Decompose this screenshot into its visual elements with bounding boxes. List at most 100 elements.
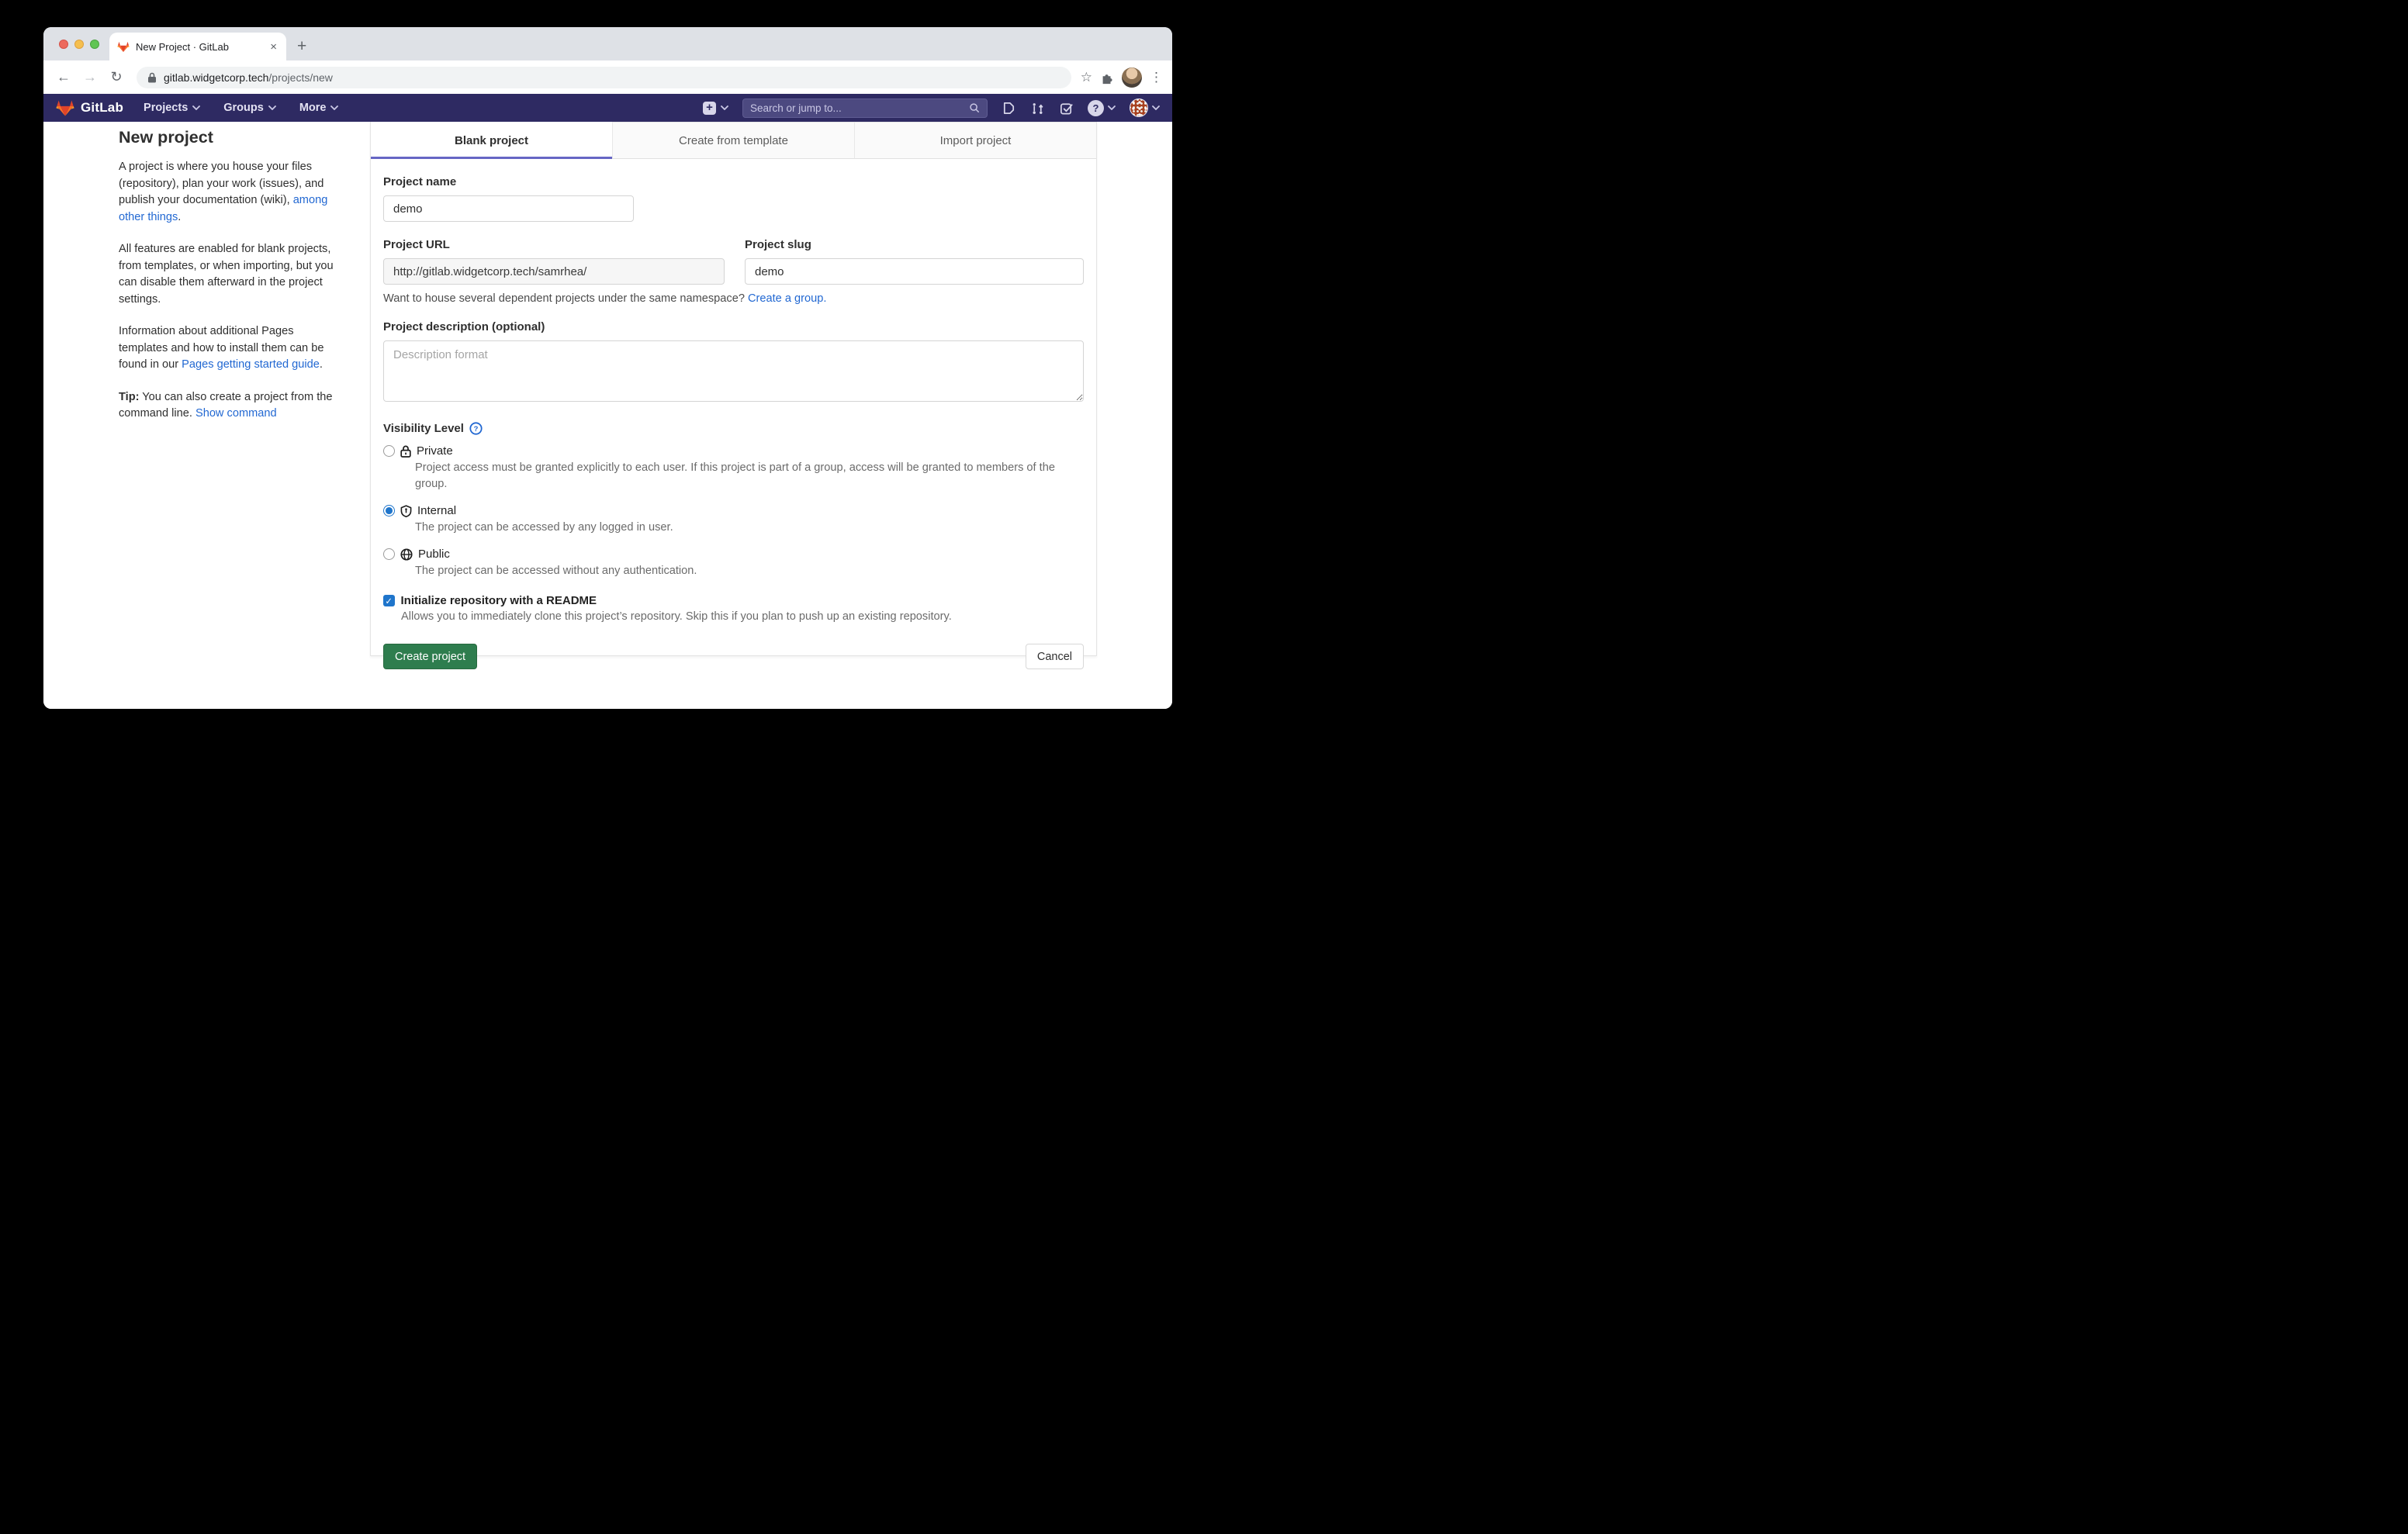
minimize-window-button[interactable] [74,40,84,49]
tab-create-from-template[interactable]: Create from template [612,122,854,159]
project-slug-label: Project slug [745,238,1084,251]
lock-icon [147,72,157,83]
back-button[interactable]: ← [53,67,74,88]
pages-guide-link[interactable]: Pages getting started guide [182,358,320,371]
public-radio[interactable] [383,548,395,560]
project-url-column: Project URL [383,238,725,285]
lock-icon [400,445,411,458]
readme-desc: Allows you to immediately clone this pro… [401,610,1084,623]
gitlab-logo [56,99,74,117]
browser-window: New Project · GitLab × + ← → ↻ gitlab.wi… [43,27,1172,709]
new-menu-button[interactable]: + [703,102,728,115]
reload-button[interactable]: ↻ [106,67,127,88]
private-option-desc: Project access must be granted explicitl… [415,460,1073,492]
toolbar-right: ☆ ⋮ [1081,67,1163,88]
project-slug-input[interactable] [745,258,1084,285]
forward-button[interactable]: → [79,67,101,88]
private-option-label[interactable]: Private [417,444,453,458]
project-type-tabs: Blank project Create from template Impor… [371,122,1096,159]
new-tab-button[interactable]: + [297,37,306,56]
project-description-textarea[interactable] [383,340,1084,402]
gitlab-navbar: GitLab Projects Groups More + [43,94,1172,122]
project-name-label: Project name [383,175,1084,188]
url-domain: gitlab.widgetcorp.tech [164,71,268,84]
chevron-down-icon [268,105,276,110]
new-project-panel: Blank project Create from template Impor… [370,122,1097,656]
project-name-input[interactable] [383,195,634,222]
url-text: gitlab.widgetcorp.tech/projects/new [164,71,333,84]
visibility-option-head: Public [383,548,1084,561]
public-option-label[interactable]: Public [418,548,450,561]
internal-radio[interactable] [383,505,395,517]
tab-blank-project[interactable]: Blank project [371,122,612,159]
menu-more[interactable]: More [299,102,339,114]
readme-checkbox[interactable]: ✓ [383,595,395,606]
svg-text:?: ? [474,425,479,434]
screen-background: New Project · GitLab × + ← → ↻ gitlab.wi… [0,0,1204,767]
visibility-help-icon[interactable]: ? [469,422,483,435]
tab-close-icon[interactable]: × [268,40,279,54]
project-url-label: Project URL [383,238,725,251]
shield-icon [400,505,412,517]
visibility-option-head: Private [383,444,1084,458]
create-group-link[interactable]: Create a group. [748,292,826,305]
chevron-down-icon [1108,105,1116,110]
internal-option-label[interactable]: Internal [417,504,456,517]
search-icon [969,102,980,113]
extensions-puzzle-icon[interactable] [1100,71,1114,85]
merge-request-icon [1030,101,1045,116]
bookmark-star-icon[interactable]: ☆ [1081,70,1092,85]
cancel-button[interactable]: Cancel [1026,644,1084,669]
globe-icon [400,548,413,561]
close-window-button[interactable] [59,40,68,49]
zoom-window-button[interactable] [90,40,99,49]
form-actions: Create project Cancel [383,644,1084,669]
browser-tab-strip: New Project · GitLab × + [43,27,1172,60]
help-menu-button[interactable]: ? [1088,100,1116,116]
todos-button[interactable] [1059,101,1074,116]
gitlab-navbar-right: + [703,98,1160,118]
internal-option-desc: The project can be accessed by any logge… [415,520,1073,536]
readme-row: ✓ Initialize repository with a README [383,594,1084,607]
sidebar-paragraph-1: A project is where you house your files … [119,159,337,226]
address-bar[interactable]: gitlab.widgetcorp.tech/projects/new [137,67,1071,88]
chevron-down-icon [1152,105,1160,110]
issues-icon [1002,101,1016,116]
menu-projects[interactable]: Projects [144,102,200,114]
show-command-link[interactable]: Show command [195,407,277,420]
visibility-option-internal: Internal The project can be accessed by … [383,504,1084,536]
tab-title: New Project · GitLab [136,41,262,53]
window-controls [59,40,99,49]
browser-profile-avatar[interactable] [1122,67,1142,88]
gitlab-favicon [117,41,130,53]
sidebar-paragraph-3: Information about additional Pages templ… [119,323,337,374]
private-radio[interactable] [383,445,395,457]
visibility-option-public: Public The project can be accessed witho… [383,548,1084,579]
gitlab-brand[interactable]: GitLab [56,99,123,117]
url-slug-row: Project URL Project slug [383,238,1084,285]
gitlab-menu: Projects Groups More [144,102,338,114]
brand-name: GitLab [81,100,123,116]
page-content: New project A project is where you house… [43,122,1172,709]
browser-tab[interactable]: New Project · GitLab × [109,33,286,60]
project-url-input[interactable] [383,258,725,285]
browser-menu-kebab-icon[interactable]: ⋮ [1150,70,1163,85]
search-input[interactable] [750,102,963,114]
global-search[interactable] [742,98,988,118]
public-option-desc: The project can be accessed without any … [415,563,1073,579]
browser-toolbar: ← → ↻ gitlab.widgetcorp.tech/projects/ne… [43,60,1172,94]
new-project-sidebar: New project A project is where you house… [119,128,337,438]
page-title: New project [119,128,337,147]
merge-requests-button[interactable] [1030,101,1045,116]
readme-label[interactable]: Initialize repository with a README [401,594,597,607]
user-menu-button[interactable] [1130,98,1160,117]
chevron-down-icon [330,105,338,110]
visibility-level-label: Visibility Level ? [383,422,1084,435]
create-project-button[interactable]: Create project [383,644,477,669]
blank-project-form: Project name Project URL Project slug Wa… [371,159,1096,669]
issues-button[interactable] [1002,101,1016,116]
menu-groups[interactable]: Groups [223,102,276,114]
help-icon: ? [1088,100,1104,116]
plus-icon: + [703,102,716,115]
tab-import-project[interactable]: Import project [854,122,1096,159]
